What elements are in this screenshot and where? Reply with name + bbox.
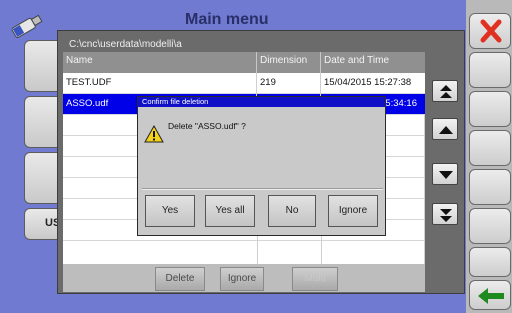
background-title: Main menu — [185, 11, 269, 28]
ignore-confirm-button[interactable]: Ignore — [328, 195, 378, 227]
table-row-name[interactable]: TEST.UDF — [63, 73, 257, 94]
close-icon — [480, 19, 502, 43]
dialog-footer: Delete Ignore Multi — [63, 264, 425, 292]
confirm-dialog-title: Confirm file deletion — [138, 97, 385, 107]
right-button-3[interactable] — [469, 91, 511, 127]
scroll-up-button[interactable] — [432, 118, 458, 140]
table-row-dimension[interactable]: 219 — [257, 73, 321, 94]
yes-button[interactable]: Yes — [145, 195, 195, 227]
confirm-deletion-dialog: Confirm file deletion Delete "ASSO.udf" … — [137, 96, 386, 236]
page-up-button[interactable] — [432, 80, 458, 102]
right-button-4[interactable] — [469, 130, 511, 166]
yes-all-button[interactable]: Yes all — [205, 195, 255, 227]
ignore-button[interactable]: Ignore — [220, 267, 264, 291]
table-row-datetime[interactable]: 15/04/2015 15:27:38 — [321, 73, 425, 94]
back-button[interactable] — [469, 280, 511, 310]
right-button-5[interactable] — [469, 169, 511, 205]
page-down-button[interactable] — [432, 203, 458, 225]
usb-drive-icon — [6, 14, 46, 38]
close-button[interactable] — [469, 13, 511, 49]
back-arrow-icon — [478, 288, 504, 304]
dialog-path: C:\cnc\userdata\modelli\a — [69, 39, 182, 50]
page-down-icon — [440, 209, 452, 222]
scroll-down-button[interactable] — [432, 163, 458, 185]
column-header-name[interactable]: Name — [63, 52, 257, 73]
no-button[interactable]: No — [268, 195, 316, 227]
scroll-up-icon — [439, 126, 453, 134]
column-header-datetime[interactable]: Date and Time — [321, 52, 425, 73]
confirm-message: Delete "ASSO.udf" ? — [168, 121, 246, 131]
right-button-7[interactable] — [469, 247, 511, 277]
right-button-2[interactable] — [469, 52, 511, 88]
multi-button[interactable]: Multi — [292, 267, 338, 291]
confirm-separator — [142, 188, 383, 190]
page-up-icon — [440, 85, 452, 98]
scroll-down-icon — [439, 171, 453, 179]
table-row-empty — [63, 241, 425, 264]
column-header-dimension[interactable]: Dimension — [257, 52, 321, 73]
delete-button[interactable]: Delete — [155, 267, 205, 291]
warning-icon — [144, 124, 164, 143]
right-button-6[interactable] — [469, 208, 511, 244]
